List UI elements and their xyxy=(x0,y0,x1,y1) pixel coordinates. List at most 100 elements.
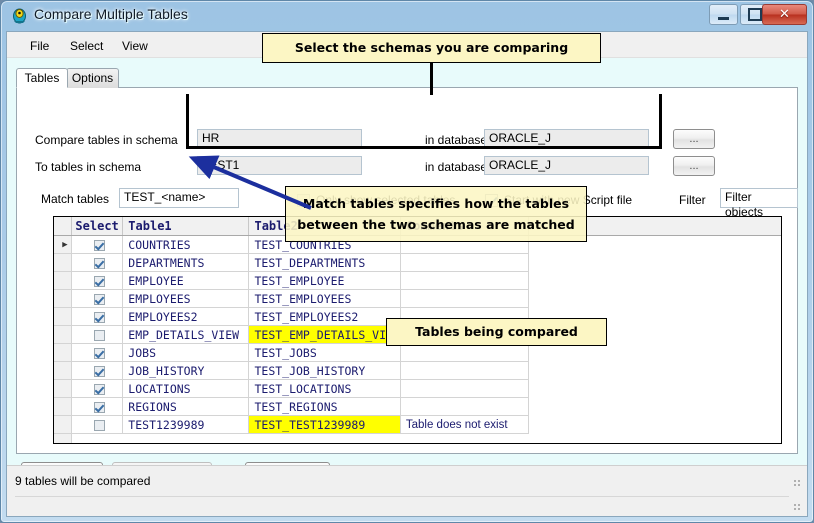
table-row[interactable]: EMPLOYEE TEST_EMPLOYEE xyxy=(54,271,781,290)
row-select-checkbox[interactable] xyxy=(71,415,124,434)
schema-bracket-annotation xyxy=(186,94,662,149)
cell-comments[interactable] xyxy=(400,271,530,290)
cell-comments[interactable] xyxy=(400,289,530,308)
cell-table2[interactable]: TEST_JOB_HISTORY xyxy=(248,361,401,380)
close-icon: ✕ xyxy=(779,7,790,22)
cell-filler xyxy=(529,344,781,362)
cell-filler xyxy=(529,290,781,308)
cell-table1[interactable]: JOB_HISTORY xyxy=(122,361,250,380)
schemas-callout-leader xyxy=(430,63,433,95)
compare-browse-button[interactable]: ... xyxy=(673,129,715,149)
row-select-checkbox[interactable] xyxy=(71,325,124,344)
tables-compared-callout: Tables being compared xyxy=(386,318,607,346)
title-bar: Compare Multiple Tables ✕ xyxy=(1,1,813,31)
match-tables-callout-line1: Match tables specifies how the tables xyxy=(302,196,570,211)
cell-table2[interactable]: TEST_LOCATIONS xyxy=(248,379,401,398)
minimize-button[interactable] xyxy=(709,4,738,25)
row-marker[interactable] xyxy=(54,271,72,290)
cell-filler xyxy=(529,380,781,398)
tab-tables[interactable]: Tables xyxy=(16,68,68,88)
table-row[interactable]: DEPARTMENTS TEST_DEPARTMENTS xyxy=(54,253,781,272)
row-marker[interactable] xyxy=(54,253,72,272)
row-select-checkbox[interactable] xyxy=(71,397,124,416)
tables-compared-callout-text: Tables being compared xyxy=(415,324,578,339)
to-database-label: in database xyxy=(425,160,488,174)
status-divider xyxy=(15,496,789,497)
match-tables-arrow xyxy=(188,155,312,210)
cell-table2[interactable]: TEST_DEPARTMENTS xyxy=(248,253,401,272)
menu-view[interactable]: View xyxy=(115,37,155,55)
cell-filler xyxy=(529,272,781,290)
row-select-checkbox[interactable] xyxy=(71,271,124,290)
row-marker[interactable] xyxy=(54,415,72,434)
row-marker[interactable] xyxy=(54,289,72,308)
row-marker[interactable] xyxy=(54,433,72,443)
row-marker[interactable] xyxy=(54,379,72,398)
cell-table2[interactable]: TEST_TEST1239989 xyxy=(248,415,401,434)
table-row[interactable]: EMPLOYEES TEST_EMPLOYEES xyxy=(54,289,781,308)
match-tables-label: Match tables xyxy=(41,192,110,206)
cell-table2[interactable]: TEST_REGIONS xyxy=(248,397,401,416)
row-marker[interactable]: ▶ xyxy=(54,235,72,254)
row-select-checkbox[interactable] xyxy=(71,307,124,326)
cell-table1[interactable]: DEPARTMENTS xyxy=(122,253,250,272)
row-marker[interactable] xyxy=(54,397,72,416)
cell-table1[interactable]: EMP_DETAILS_VIEW xyxy=(122,325,250,344)
cell-table2[interactable]: TEST_EMPLOYEES2 xyxy=(248,307,401,326)
column-header-table1[interactable]: Table1 xyxy=(122,217,250,236)
row-marker[interactable] xyxy=(54,361,72,380)
status-message: 9 tables will be compared xyxy=(15,474,151,488)
tab-options[interactable]: Options xyxy=(66,68,119,88)
row-select-checkbox[interactable] xyxy=(71,253,124,272)
cell-table2[interactable]: TEST_EMPLOYEE xyxy=(248,271,401,290)
cell-table1[interactable]: LOCATIONS xyxy=(122,379,250,398)
table-row[interactable]: REGIONS TEST_REGIONS xyxy=(54,397,781,416)
cell-table1[interactable]: EMPLOYEE xyxy=(122,271,250,290)
table-row[interactable]: LOCATIONS TEST_LOCATIONS xyxy=(54,379,781,398)
cell-table2[interactable]: TEST_EMP_DETAILS_VIEW xyxy=(248,325,401,344)
cell-table1[interactable]: TEST1239989 xyxy=(122,415,250,434)
close-button[interactable]: ✕ xyxy=(762,4,807,25)
cell-table1[interactable]: REGIONS xyxy=(122,397,250,416)
cell-comments[interactable] xyxy=(400,343,530,362)
to-browse-button[interactable]: ... xyxy=(673,156,715,176)
row-select-checkbox[interactable] xyxy=(71,379,124,398)
table-row[interactable]: JOB_HISTORY TEST_JOB_HISTORY xyxy=(54,361,781,380)
cell-table2[interactable]: TEST_JOBS xyxy=(248,343,401,362)
app-icon xyxy=(13,8,26,24)
table-row[interactable]: TEST1239989 TEST_TEST1239989 Table does no… xyxy=(54,415,781,434)
cell-comments[interactable] xyxy=(400,397,530,416)
to-database-input[interactable]: ORACLE_J xyxy=(484,156,649,175)
row-marker[interactable] xyxy=(54,325,72,344)
row-select-checkbox[interactable] xyxy=(71,289,124,308)
application-window: Compare Multiple Tables ✕ File Select Vi… xyxy=(0,0,814,523)
cell-table1[interactable]: EMPLOYEES xyxy=(122,289,250,308)
menu-file[interactable]: File xyxy=(23,37,56,55)
filter-input[interactable]: Filter objects xyxy=(720,188,798,219)
row-select-checkbox[interactable] xyxy=(71,361,124,380)
cell-comments[interactable] xyxy=(400,253,530,272)
schemas-callout-text: Select the schemas you are comparing xyxy=(294,40,569,55)
cell-filler xyxy=(529,416,781,434)
cell-table1[interactable]: EMPLOYEES2 xyxy=(122,307,250,326)
cell-filler xyxy=(529,398,781,416)
table-row[interactable]: JOBS TEST_JOBS xyxy=(54,343,781,362)
window-title: Compare Multiple Tables xyxy=(34,6,188,22)
cell-filler xyxy=(529,254,781,272)
minimize-icon xyxy=(710,5,737,24)
row-select-checkbox[interactable] xyxy=(71,343,124,362)
row-marker[interactable] xyxy=(54,343,72,362)
column-header-select[interactable]: Select xyxy=(71,217,124,236)
cell-comments[interactable]: Table does not exist xyxy=(400,415,530,434)
row-marker[interactable] xyxy=(54,307,72,326)
row-select-checkbox[interactable] xyxy=(71,235,124,254)
table-row-blank[interactable] xyxy=(54,433,781,443)
column-header-row-marker[interactable] xyxy=(54,217,72,236)
cell-table1[interactable]: COUNTRIES xyxy=(122,235,250,254)
match-tables-callout-line2: between the two schemas are matched xyxy=(297,217,575,232)
cell-table1[interactable]: JOBS xyxy=(122,343,250,362)
cell-comments[interactable] xyxy=(400,361,530,380)
cell-comments[interactable] xyxy=(400,379,530,398)
cell-table2[interactable]: TEST_EMPLOYEES xyxy=(248,289,401,308)
menu-select[interactable]: Select xyxy=(63,37,110,55)
